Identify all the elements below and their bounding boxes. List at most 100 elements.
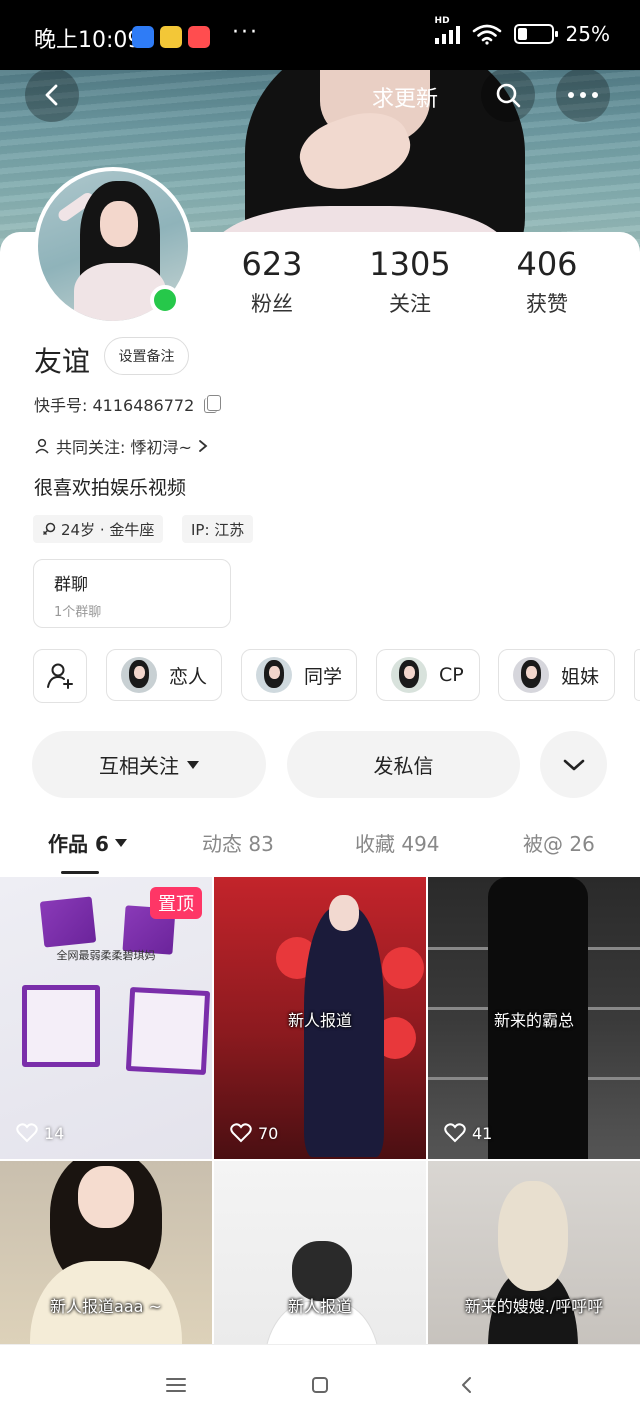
- back-icon: [45, 84, 58, 106]
- relation-label: 姐妹: [561, 665, 600, 688]
- like-count: 70: [230, 1123, 278, 1143]
- copy-icon[interactable]: [204, 395, 222, 413]
- pinned-badge: 置顶: [150, 887, 202, 919]
- add-relation-button[interactable]: [33, 649, 87, 703]
- more-button[interactable]: [556, 68, 610, 122]
- avatar: [391, 657, 427, 693]
- kuaishou-id: 快手号: 4116486772: [34, 392, 222, 416]
- status-bar: 晚上10:09 ··· HD 25%: [0, 0, 640, 70]
- group-chat-title: 群聊: [54, 575, 88, 595]
- heart-icon: [230, 1123, 252, 1143]
- hd-label: HD: [434, 16, 450, 26]
- wifi-icon: [472, 24, 501, 45]
- tab-label: 收藏 494: [355, 832, 440, 856]
- mutual-follow-text: 共同关注: 悸初浔~: [56, 438, 192, 457]
- home-square-icon: [312, 1377, 328, 1393]
- caret-down-icon: [187, 760, 199, 769]
- relation-chip-classmate[interactable]: 同学: [241, 649, 357, 701]
- mini-app-icon: [160, 26, 182, 48]
- system-back-button[interactable]: [454, 1373, 478, 1397]
- stat-value: 1305: [369, 245, 451, 283]
- signal-icon: HD: [434, 16, 460, 44]
- mutual-follow-button[interactable]: 互相关注: [32, 731, 266, 798]
- status-time: 晚上10:09: [34, 28, 142, 53]
- tab-works[interactable]: 作品 6: [48, 828, 127, 857]
- like-count-text: 41: [472, 1123, 493, 1143]
- heart-icon: [444, 1123, 466, 1143]
- like-count-text: 14: [44, 1123, 65, 1143]
- battery-percent: 25%: [565, 22, 610, 46]
- tab-moments[interactable]: 动态 83: [202, 828, 274, 857]
- avatar: [121, 657, 157, 693]
- video-item[interactable]: 新来的霸总 41: [428, 877, 640, 1159]
- avatar: [256, 657, 292, 693]
- status-app-icons: [132, 26, 210, 48]
- relation-label: 恋人: [169, 665, 208, 688]
- relation-chip-more[interactable]: [634, 649, 640, 701]
- relation-label: CP: [439, 664, 464, 686]
- stat-followers[interactable]: 623 粉丝: [212, 244, 332, 318]
- tab-favorites[interactable]: 收藏 494: [355, 828, 440, 857]
- video-caption: 新来的嫂嫂./呼呼呼: [464, 1297, 604, 1316]
- kuaishou-app-icon: [188, 26, 210, 48]
- age-zodiac-tag: 24岁 · 金牛座: [33, 515, 164, 543]
- relation-chip-lover[interactable]: 恋人: [106, 649, 222, 701]
- group-chat-subtitle: 1个群聊: [54, 605, 102, 620]
- home-button[interactable]: [308, 1373, 332, 1397]
- caret-down-icon: [114, 838, 127, 847]
- stat-label: 获赞: [526, 292, 568, 316]
- video-item[interactable]: 全网最弱柔柔碧琪妈 置顶 14: [0, 877, 212, 1159]
- group-chat-card[interactable]: 群聊 1个群聊: [33, 559, 231, 628]
- stat-value: 406: [516, 245, 578, 283]
- system-navigation-bar: [0, 1344, 640, 1422]
- stat-following[interactable]: 1305 关注: [350, 244, 470, 318]
- chat-app-icon: [132, 26, 154, 48]
- video-item[interactable]: 新人报道 70: [214, 877, 426, 1159]
- chevron-down-icon: [563, 759, 584, 770]
- relation-chip-cp[interactable]: CP: [376, 649, 480, 701]
- expand-button[interactable]: [540, 731, 607, 798]
- stat-label: 粉丝: [251, 292, 293, 316]
- bio-text: 很喜欢拍娱乐视频: [34, 477, 187, 499]
- heart-icon: [16, 1123, 38, 1143]
- battery-icon: [513, 24, 558, 44]
- person-icon: [35, 438, 49, 454]
- stat-label: 关注: [389, 292, 431, 316]
- like-count: 14: [16, 1123, 64, 1143]
- request-update-button[interactable]: 求更新: [360, 81, 450, 113]
- mutual-follow-label: 互相关注: [99, 754, 179, 778]
- profile-name: 友谊: [34, 345, 91, 378]
- more-icon: [568, 92, 598, 98]
- online-status-dot: [150, 285, 180, 315]
- mutual-follow-row[interactable]: 共同关注: 悸初浔~: [34, 434, 208, 458]
- like-count: 41: [444, 1123, 492, 1143]
- back-arrow-icon: [462, 1377, 471, 1393]
- chevron-right-icon: [198, 440, 208, 452]
- back-button[interactable]: [25, 68, 79, 122]
- status-right: HD 25%: [434, 16, 610, 46]
- menu-icon: [166, 1378, 186, 1392]
- search-button[interactable]: [481, 68, 535, 122]
- ip-location-tag: IP: 江苏: [182, 515, 254, 543]
- recent-apps-button[interactable]: [164, 1373, 188, 1397]
- set-remark-button[interactable]: 设置备注: [104, 337, 189, 375]
- video-subtitle: 全网最弱柔柔碧琪妈: [56, 949, 156, 962]
- ip-location-text: IP: 江苏: [191, 520, 245, 539]
- tab-label: 作品 6: [48, 832, 109, 856]
- search-icon: [496, 83, 521, 108]
- stat-likes[interactable]: 406 获赞: [487, 244, 607, 318]
- content-tabs: 作品 6 动态 83 收藏 494 被@ 26: [0, 828, 640, 874]
- kuaishou-id-text: 快手号: 4116486772: [34, 396, 195, 415]
- send-message-button[interactable]: 发私信: [287, 731, 520, 798]
- video-caption: 新人报道: [287, 1011, 352, 1030]
- tab-label: 被@ 26: [523, 832, 595, 856]
- add-person-icon: [47, 663, 73, 689]
- age-zodiac-text: 24岁 · 金牛座: [61, 520, 155, 539]
- status-more-dots: ···: [232, 20, 259, 45]
- tab-mentioned[interactable]: 被@ 26: [523, 828, 595, 857]
- active-tab-indicator: [61, 871, 99, 874]
- relation-label: 同学: [304, 665, 343, 688]
- relation-chip-sister[interactable]: 姐妹: [498, 649, 615, 701]
- gender-female-icon: [42, 522, 56, 536]
- video-caption: 新人报道: [287, 1297, 352, 1316]
